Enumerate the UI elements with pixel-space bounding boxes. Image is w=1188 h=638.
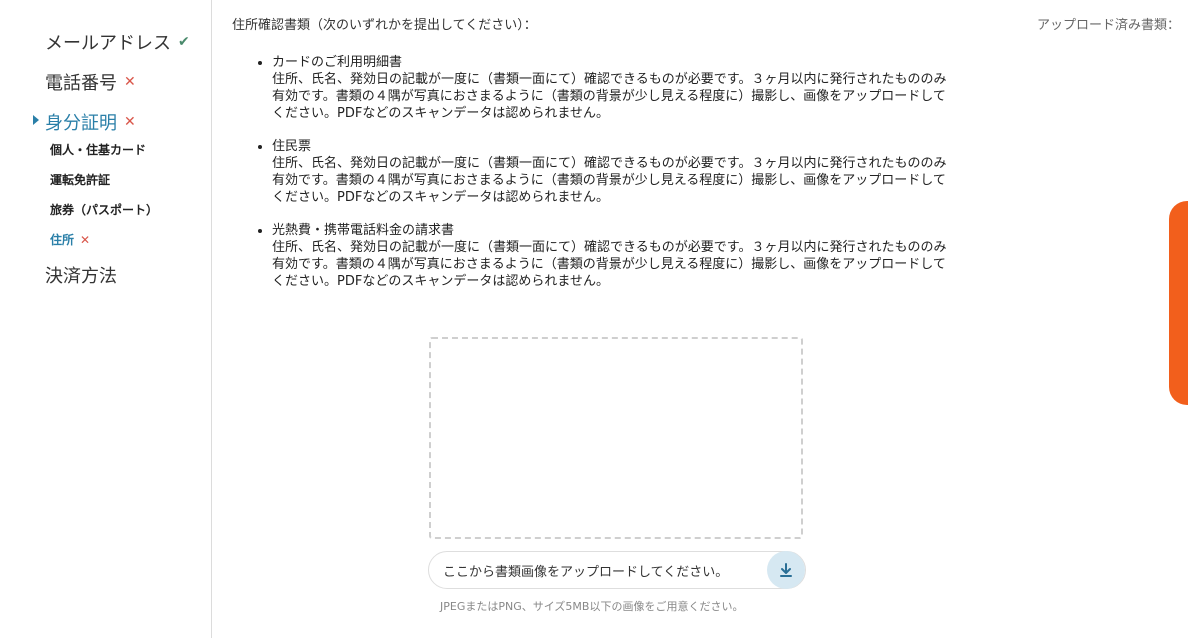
upload-dropzone[interactable]: [429, 337, 803, 539]
sub-item-my-number-card[interactable]: 個人・住基カード: [50, 141, 146, 158]
document-desc: ください。PDFなどのスキャンデータは認められません。: [272, 190, 609, 205]
nav-item-payment[interactable]: 決済方法: [45, 262, 117, 288]
cross-icon: ✕: [124, 114, 136, 130]
caret-right-icon: [33, 115, 39, 125]
document-desc: ください。PDFなどのスキャンデータは認められません。: [272, 274, 609, 289]
document-desc: 有効です。書類の４隅が写真におさまるように（書類の背景が少し見える程度に）撮影し…: [272, 89, 946, 104]
verification-sidebar: メールアドレス ✔ 電話番号 ✕ 身分証明 ✕ 個人・住基カード 運転免許証 旅…: [0, 0, 212, 638]
nav-item-email[interactable]: メールアドレス ✔: [45, 29, 190, 55]
document-desc: 住所、氏名、発効日の記載が一度に（書類一面にて）確認できるものが必要です。３ヶ月…: [272, 72, 947, 87]
nav-item-identity[interactable]: 身分証明 ✕: [45, 109, 136, 135]
document-desc: 有効です。書類の４隅が写真におさまるように（書類の背景が少し見える程度に）撮影し…: [272, 257, 946, 272]
document-desc: 住所、氏名、発効日の記載が一度に（書類一面にて）確認できるものが必要です。３ヶ月…: [272, 156, 947, 171]
list-item: カードのご利用明細書 住所、氏名、発効日の記載が一度に（書類一面にて）確認できる…: [272, 54, 1032, 122]
document-title: 住民票: [272, 139, 312, 154]
cross-icon: ✕: [80, 232, 91, 247]
uploaded-documents-label: アップロード済み書類：: [1036, 18, 1180, 33]
cross-icon: ✕: [124, 74, 136, 90]
document-desc: 住所、氏名、発効日の記載が一度に（書類一面にて）確認できるものが必要です。３ヶ月…: [272, 240, 947, 255]
sub-item-drivers-license[interactable]: 運転免許証: [50, 171, 110, 188]
list-item: 住民票 住所、氏名、発効日の記載が一度に（書類一面にて）確認できるものが必要です…: [272, 138, 1032, 206]
side-feedback-tab[interactable]: [1169, 201, 1188, 405]
list-item: 光熱費・携帯電話料金の請求書 住所、氏名、発効日の記載が一度に（書類一面にて）確…: [272, 222, 1032, 290]
sub-item-passport[interactable]: 旅券（パスポート）: [50, 201, 158, 218]
upload-button[interactable]: [767, 551, 805, 589]
sub-item-label: 住所: [50, 233, 75, 247]
nav-item-phone[interactable]: 電話番号 ✕: [45, 69, 136, 95]
upload-file-field[interactable]: ここから書類画像をアップロードしてください。: [428, 551, 806, 589]
nav-item-label: 電話番号: [45, 73, 117, 94]
page-heading: 住所確認書類（次のいずれかを提出してください）：: [232, 18, 537, 33]
nav-item-label: メールアドレス: [45, 33, 171, 54]
upload-prompt: ここから書類画像をアップロードしてください。: [443, 564, 729, 580]
check-icon: ✔: [178, 34, 190, 50]
nav-item-label: 身分証明: [45, 113, 117, 134]
document-title: 光熱費・携帯電話料金の請求書: [272, 223, 455, 238]
page: メールアドレス ✔ 電話番号 ✕ 身分証明 ✕ 個人・住基カード 運転免許証 旅…: [0, 0, 1188, 638]
sub-item-label: 個人・住基カード: [50, 143, 147, 157]
upload-hint: JPEGまたはPNG、サイズ5MB以下の画像をご用意ください。: [440, 600, 744, 613]
document-title: カードのご利用明細書: [272, 55, 403, 70]
nav-item-label: 決済方法: [45, 266, 117, 287]
download-arrow-icon: [780, 563, 792, 577]
document-desc: 有効です。書類の４隅が写真におさまるように（書類の背景が少し見える程度に）撮影し…: [272, 173, 946, 188]
sub-item-address[interactable]: 住所 ✕: [50, 231, 90, 248]
accepted-documents-list: カードのご利用明細書 住所、氏名、発効日の記載が一度に（書類一面にて）確認できる…: [256, 54, 1032, 306]
document-desc: ください。PDFなどのスキャンデータは認められません。: [272, 106, 609, 121]
sub-item-label: 旅券（パスポート）: [50, 203, 159, 217]
sub-item-label: 運転免許証: [50, 173, 111, 187]
